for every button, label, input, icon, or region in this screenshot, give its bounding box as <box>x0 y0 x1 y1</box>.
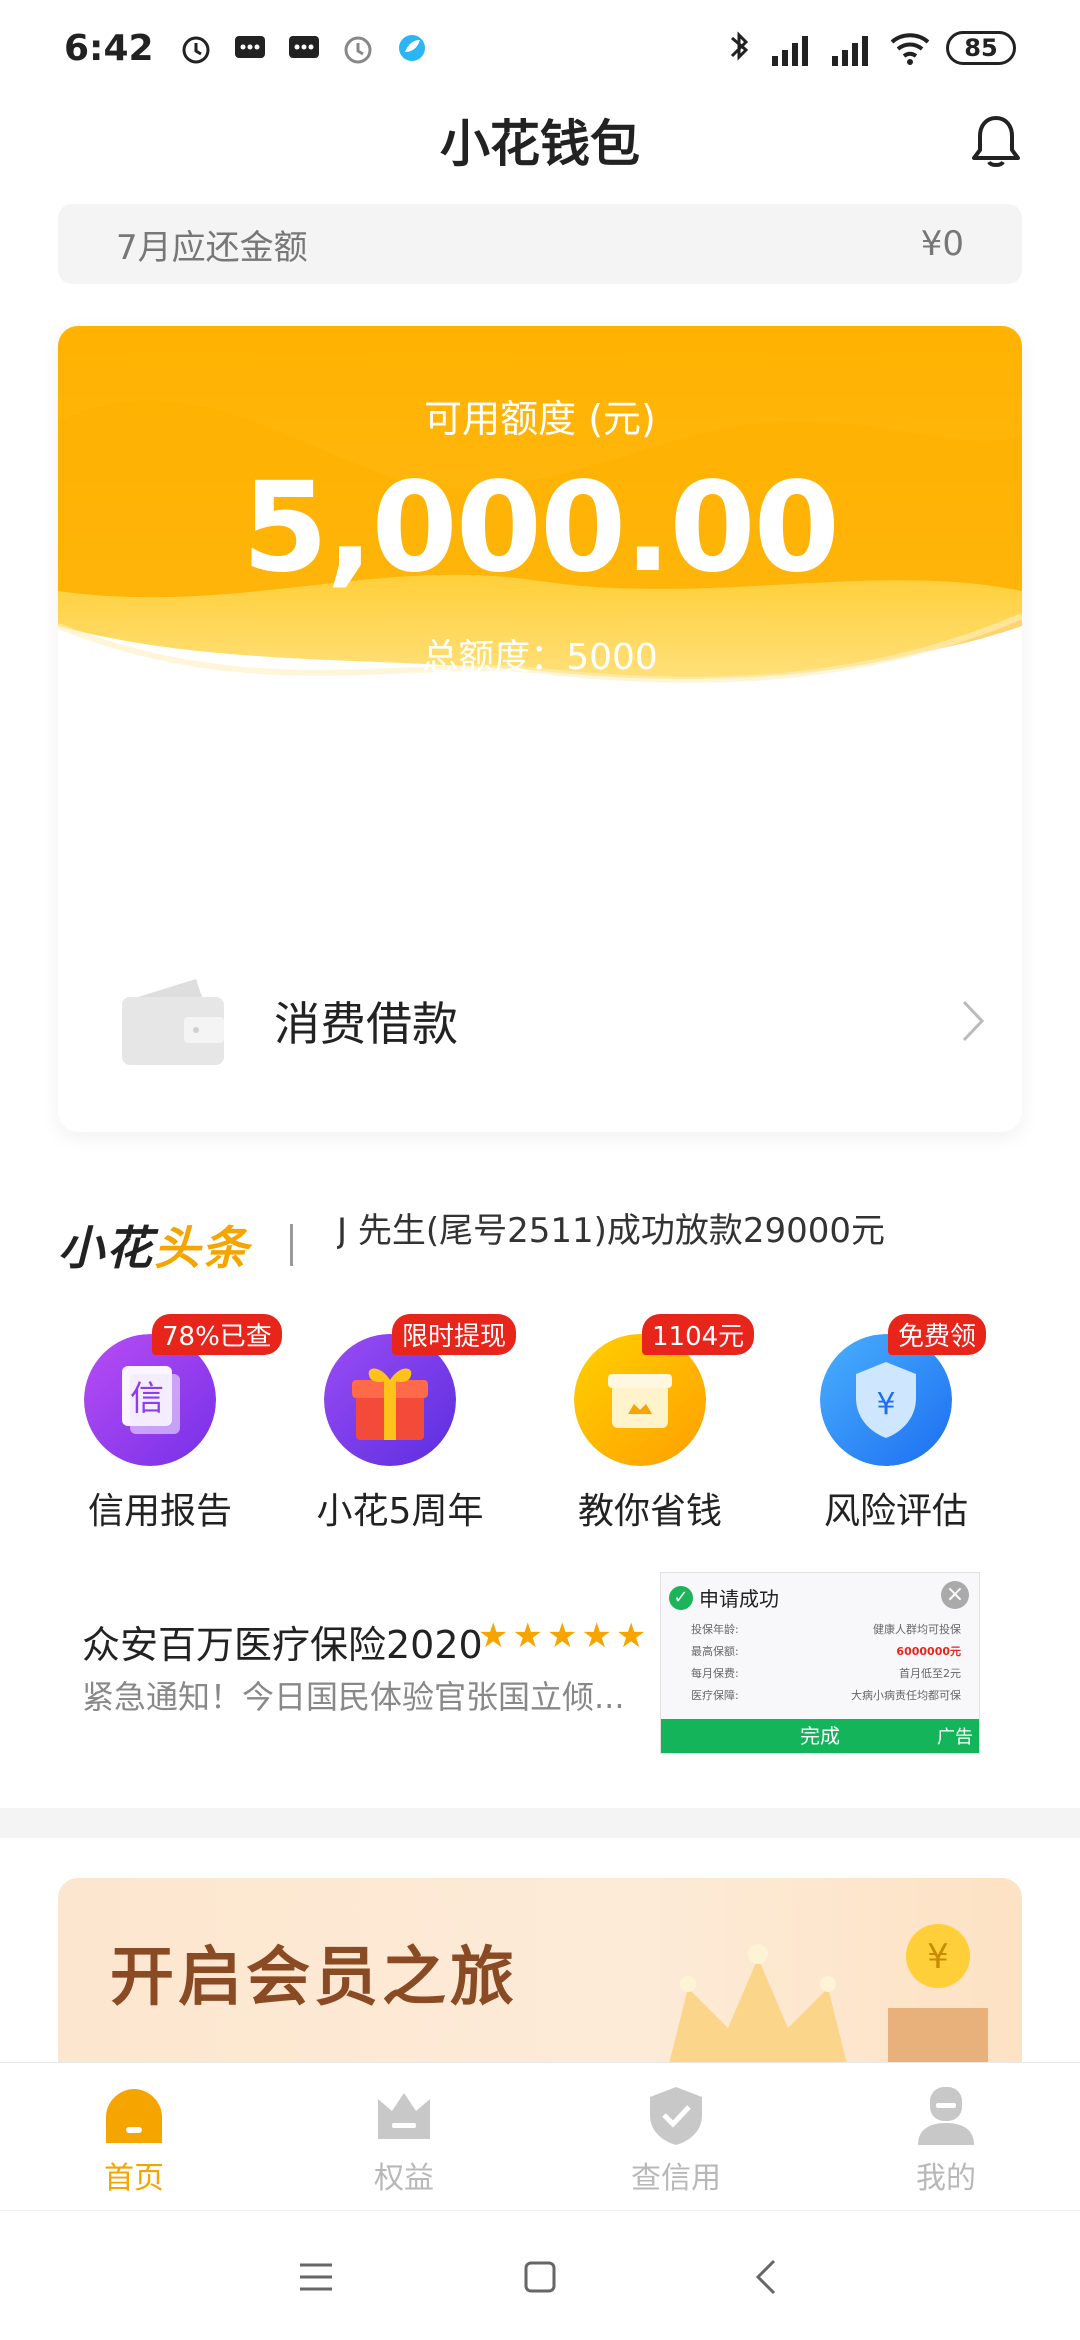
ad-detail-row: 最高保额: 6000000元 <box>691 1645 961 1658</box>
ad-title: 众安百万医疗保险2020 <box>82 1623 483 1667</box>
tab-check-credit[interactable]: 查信用 <box>576 2083 776 2197</box>
app-screen: 6:42 85 小花钱包 7月应还金额 ¥0 可用额度 (元) 5,000.00… <box>0 0 1080 2340</box>
crown-icon <box>378 2093 430 2139</box>
consumer-loan-row[interactable]: 消费借款 <box>58 946 1022 1096</box>
ad-detail-row: 每月保费: 首月低至2元 <box>691 1667 961 1680</box>
user-icon <box>918 2087 974 2145</box>
membership-title: 开启会员之旅 <box>110 1941 518 2015</box>
svg-text:信: 信 <box>130 1379 164 1419</box>
repay-label: 7月应还金额 <box>116 227 308 268</box>
credit-report-badge: 78%已查 <box>152 1314 282 1355</box>
bottom-tab-bar: 首页 权益 查信用 我的 <box>0 2062 1080 2210</box>
insurance-ad[interactable]: 众安百万医疗保险2020 ★★★★★ 紧急通知！今日国民体验官张国立倾... ✓… <box>58 1572 1022 1762</box>
status-bar: 6:42 85 <box>0 0 1080 96</box>
signal-icon <box>772 36 808 66</box>
chevron-right-icon <box>962 1000 985 1042</box>
alarm-icon-2 <box>344 36 372 64</box>
tab-home[interactable]: 首页 <box>34 2083 234 2197</box>
save-money-label: 教你省钱 <box>577 1491 722 1532</box>
bell-icon[interactable] <box>964 110 1028 174</box>
battery-indicator: 85 <box>946 31 1016 65</box>
tab-mine[interactable]: 我的 <box>846 2083 1046 2197</box>
risk-assessment-badge: 免费领 <box>888 1314 987 1355</box>
headline-logo-main: 小花 <box>58 1221 154 1275</box>
ad-detail-row: 医疗保障: 大病小病责任均都可保 <box>691 1689 961 1702</box>
signal-icon-2 <box>832 36 868 66</box>
credit-report-label: 信用报告 <box>87 1491 232 1532</box>
bluetooth-icon <box>730 31 749 61</box>
ad-close-icon[interactable]: × <box>941 1581 969 1609</box>
app-notification-icon <box>398 35 425 61</box>
status-time: 6:42 <box>64 27 154 69</box>
back-icon[interactable] <box>744 2253 792 2301</box>
crown-illustration: ¥ <box>669 1924 988 2062</box>
tab-check-credit-label: 查信用 <box>631 2161 721 2196</box>
available-credit-label: 可用额度 (元) <box>424 397 656 441</box>
headline-divider <box>290 1224 293 1266</box>
headline-ticker[interactable]: 小花头条 J 先生(尾号2511)成功放款29000元 <box>58 1210 1022 1280</box>
tab-benefits[interactable]: 权益 <box>304 2083 504 2197</box>
svg-text:¥: ¥ <box>927 1937 949 1977</box>
credit-card: 可用额度 (元) 5,000.00 总额度：5000 消费借款 <box>58 326 1022 1132</box>
svg-text:¥: ¥ <box>876 1387 895 1422</box>
tab-benefits-label: 权益 <box>374 2161 434 2196</box>
wifi-icon <box>890 33 930 65</box>
home-icon <box>106 2089 162 2143</box>
membership-banner[interactable]: 开启会员之旅 ¥ <box>58 1878 1022 2062</box>
save-money-badge: 1104元 <box>642 1314 755 1355</box>
repay-amount: ¥0 <box>920 224 964 264</box>
anniversary-label: 小花5周年 <box>316 1491 484 1532</box>
ad-detail-row: 投保年龄: 健康人群均可投保 <box>691 1623 961 1636</box>
menu-icon[interactable] <box>292 2253 340 2301</box>
quick-entry-anniversary[interactable]: 限时提现 小花5周年 <box>300 1314 540 1538</box>
quick-entry-credit-report[interactable]: 信 78%已查 信用报告 <box>60 1314 300 1538</box>
home-button-icon[interactable] <box>516 2253 564 2301</box>
risk-assessment-label: 风险评估 <box>823 1491 968 1532</box>
quick-entry-risk-assessment[interactable]: ¥ 免费领 风险评估 <box>796 1314 1036 1538</box>
total-credit-label: 总额度：5000 <box>422 637 658 678</box>
wallet-icon <box>122 979 224 1065</box>
available-credit-value: 5,000.00 <box>242 456 840 600</box>
anniversary-badge: 限时提现 <box>392 1314 517 1355</box>
headline-logo: 小花头条 <box>58 1212 250 1278</box>
credit-banner[interactable]: 可用额度 (元) 5,000.00 总额度：5000 <box>58 326 1022 886</box>
ad-done-bar: 完成 <box>661 1719 979 1753</box>
message-icon-2 <box>288 36 319 58</box>
tab-mine-label: 我的 <box>916 2161 976 2196</box>
headline-text: J 先生(尾号2511)成功放款29000元 <box>337 1210 886 1251</box>
headline-logo-accent: 头条 <box>154 1221 250 1275</box>
system-navigation-bar <box>0 2210 1080 2340</box>
ad-status-text: 申请成功 <box>699 1587 779 1611</box>
check-icon: ✓ <box>669 1585 693 1610</box>
ad-rating-stars: ★★★★★ <box>478 1616 651 1656</box>
app-header: 小花钱包 <box>0 96 1080 196</box>
tab-home-label: 首页 <box>104 2161 164 2196</box>
ad-detail-rows: 投保年龄: 健康人群均可投保 最高保额: 6000000元 每月保费: 首月低至2元 … <box>691 1619 961 1707</box>
message-icon <box>234 36 265 58</box>
consumer-loan-label: 消费借款 <box>274 997 458 1051</box>
ad-subtitle: 紧急通知！今日国民体验官张国立倾... <box>82 1678 625 1716</box>
ad-done-label: 完成 <box>800 1724 840 1748</box>
shield-check-icon <box>650 2087 702 2145</box>
monthly-repay-strip[interactable]: 7月应还金额 ¥0 <box>58 204 1022 284</box>
section-divider <box>0 1808 1080 1838</box>
ad-image[interactable]: ✓ 申请成功 × 投保年龄: 健康人群均可投保 最高保额: 6000000元 每月保… <box>660 1572 980 1754</box>
alarm-icon <box>182 36 210 64</box>
quick-entry-save-money[interactable]: 1104元 教你省钱 <box>550 1314 790 1538</box>
quick-entries: 信 78%已查 信用报告 限时提现 小花5周年 1104元 教你省钱 ¥ 免费领… <box>0 1314 1080 1538</box>
ad-status: ✓ 申请成功 <box>669 1583 779 1612</box>
page-title: 小花钱包 <box>440 115 640 173</box>
ad-tag: 广告 <box>937 1727 973 1748</box>
